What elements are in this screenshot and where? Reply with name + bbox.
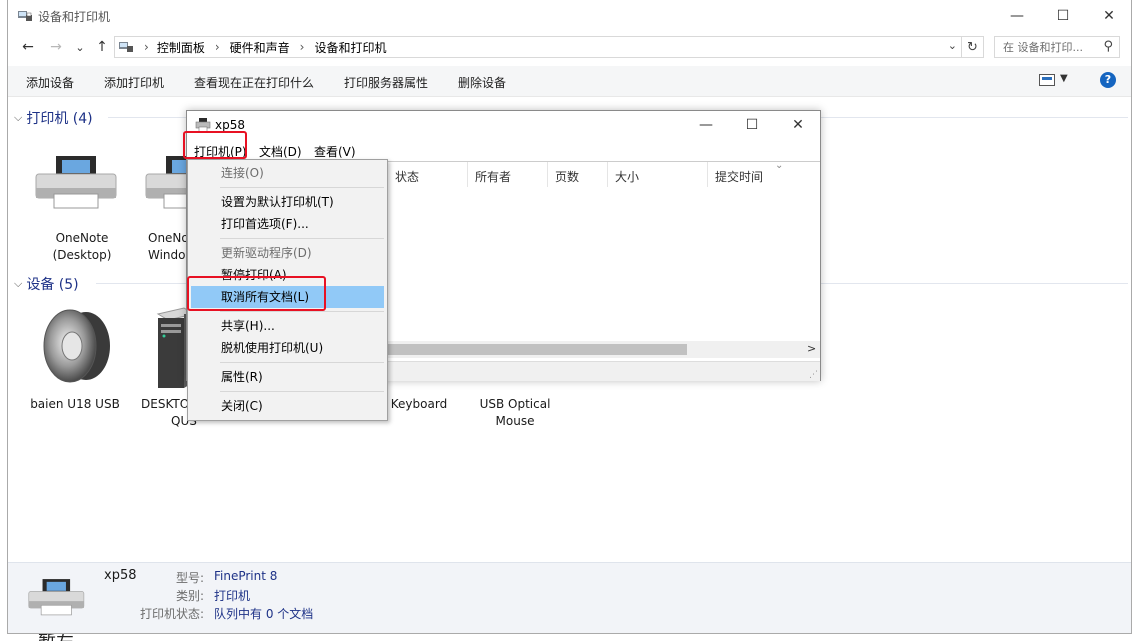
title-bar: 设备和打印机 — ☐ ✕ (8, 0, 1131, 32)
menu-separator (220, 391, 384, 392)
menu-item-update-driver[interactable]: 更新驱动程序(D) (191, 242, 384, 264)
annotation-box-printer-menu (183, 131, 247, 159)
menu-separator (220, 362, 384, 363)
remove-device-button[interactable]: 删除设备 (458, 74, 506, 91)
resize-grip-icon[interactable]: ⋰ (809, 370, 818, 380)
breadcrumb-separator-icon: › (144, 40, 149, 54)
queue-window-title: xp58 (215, 118, 245, 132)
menu-item-connect[interactable]: 连接(O) (191, 162, 384, 184)
address-bar[interactable]: › 控制面板 › 硬件和声音 › 设备和打印机 ⌄ (114, 36, 962, 58)
column-separator[interactable] (607, 162, 608, 187)
see-whats-printing-button[interactable]: 查看现在正在打印什么 (194, 74, 314, 91)
details-pane: xp58 型号: FinePrint 8 类别: 打印机 打印机状态: 队列中有… (8, 562, 1131, 633)
menu-item-properties[interactable]: 属性(R) (191, 366, 384, 388)
printer-status-label: 打印机状态: (139, 607, 204, 621)
add-printer-button[interactable]: 添加打印机 (104, 74, 164, 91)
view-options-icon[interactable] (1039, 74, 1055, 86)
printer-icon (35, 156, 117, 209)
column-separator[interactable] (707, 162, 708, 187)
breadcrumb-control-panel[interactable]: 控制面板 (157, 39, 205, 56)
refresh-button[interactable]: ↻ (962, 36, 984, 58)
collapse-chevron-icon[interactable]: ⌵ (14, 111, 22, 125)
menu-item-sharing[interactable]: 共享(H)... (191, 315, 384, 337)
queue-menubar: 打印机(P) 文档(D) 查看(V) (187, 141, 820, 161)
column-separator[interactable] (467, 162, 468, 187)
devices-group-header[interactable]: ⌵ 设备 (5) (14, 274, 79, 294)
queue-minimize-button[interactable]: — (683, 111, 729, 139)
close-button[interactable]: ✕ (1086, 0, 1131, 32)
command-toolbar: 添加设备 添加打印机 查看现在正在打印什么 打印服务器属性 删除设备 ▼ ? (8, 66, 1131, 97)
printers-group-label: 打印机 (4) (26, 111, 93, 127)
view-dropdown-icon[interactable]: ▼ (1060, 73, 1068, 84)
column-pages[interactable]: 页数 (555, 168, 579, 185)
column-separator[interactable] (547, 162, 548, 187)
print-server-properties-button[interactable]: 打印服务器属性 (344, 74, 428, 91)
menu-separator (220, 311, 384, 312)
clipped-text: 暂左 (38, 634, 74, 641)
breadcrumb-hardware-sound[interactable]: 硬件和声音 (230, 39, 290, 56)
menu-separator (220, 187, 384, 188)
sort-chevron-icon: ⌄ (775, 160, 784, 171)
scroll-right-icon[interactable]: > (807, 342, 816, 355)
help-icon[interactable]: ? (1100, 72, 1116, 88)
window-title: 设备和打印机 (38, 10, 111, 24)
menu-document[interactable]: 文档(D) (259, 143, 302, 160)
devices-group-label: 设备 (5) (26, 277, 79, 293)
category-value: 打印机 (214, 589, 251, 603)
column-owner[interactable]: 所有者 (475, 168, 511, 185)
column-size[interactable]: 大小 (615, 168, 639, 185)
menu-item-print-preferences[interactable]: 打印首选项(F)... (191, 213, 384, 235)
category-label: 类别: (175, 589, 204, 603)
model-label: 型号: (175, 571, 204, 585)
printers-group-header[interactable]: ⌵ 打印机 (4) (14, 108, 93, 128)
printer-onenote-desktop[interactable]: OneNote (Desktop) (27, 230, 137, 264)
devices-printers-icon (18, 11, 32, 21)
queue-close-button[interactable]: ✕ (775, 111, 821, 139)
device-usb-optical-mouse[interactable]: USB Optical Mouse (460, 396, 570, 430)
add-device-button[interactable]: 添加设备 (26, 74, 74, 91)
minimize-button[interactable]: — (994, 0, 1040, 32)
address-dropdown-icon[interactable]: ⌄ (948, 39, 957, 52)
printer-status-value: 队列中有 0 个文档 (214, 607, 314, 621)
menu-item-set-default[interactable]: 设置为默认打印机(T) (191, 191, 384, 213)
menu-separator (220, 238, 384, 239)
menu-item-use-offline[interactable]: 脱机使用打印机(U) (191, 337, 384, 359)
search-icon: ⚲ (1103, 39, 1113, 54)
printer-icon (28, 579, 85, 616)
queue-maximize-button[interactable]: ☐ (729, 111, 775, 139)
up-button[interactable]: ↑ (92, 37, 112, 57)
clipped-bottom-area: 暂左 (0, 634, 1139, 641)
menu-view[interactable]: 查看(V) (314, 143, 356, 160)
collapse-chevron-icon[interactable]: ⌵ (14, 277, 22, 291)
speaker-icon (43, 309, 110, 383)
back-button[interactable]: ← (18, 37, 38, 57)
maximize-button[interactable]: ☐ (1040, 0, 1086, 32)
breadcrumb-separator-icon: › (299, 40, 305, 54)
recent-locations-button[interactable]: ⌄ (70, 37, 90, 57)
menu-item-close[interactable]: 关闭(C) (191, 395, 384, 417)
search-placeholder: 在 设备和打印... (1003, 41, 1083, 54)
control-panel-icon (119, 42, 133, 52)
search-input[interactable]: 在 设备和打印... ⚲ (994, 36, 1120, 58)
navigation-bar: ← → ⌄ ↑ › 控制面板 › 硬件和声音 › 设备和打印机 ⌄ ↻ 在 设备… (8, 32, 1131, 62)
breadcrumb-separator-icon: › (214, 40, 220, 54)
forward-button[interactable]: → (46, 37, 66, 57)
breadcrumb-devices-printers[interactable]: 设备和打印机 (314, 39, 386, 56)
column-status[interactable]: 状态 (395, 168, 419, 185)
printer-icon (195, 118, 211, 132)
device-baien-usb[interactable]: baien U18 USB (20, 396, 130, 413)
column-submitted[interactable]: 提交时间 (715, 168, 763, 185)
scrollbar-thumb[interactable] (367, 344, 687, 355)
model-value: FinePrint 8 (214, 569, 278, 583)
annotation-box-cancel-all (187, 276, 326, 311)
